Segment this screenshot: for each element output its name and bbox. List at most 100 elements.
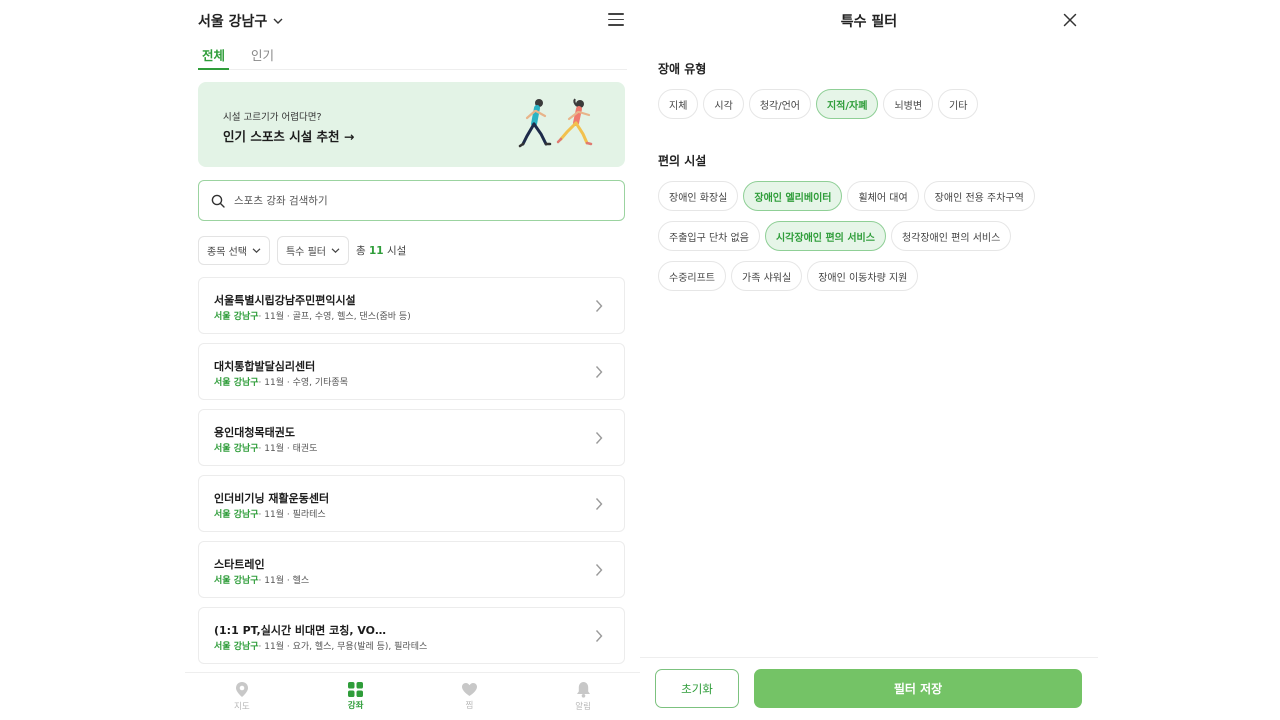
chip-amenity-2[interactable]: 휠체어 대여 [847, 181, 919, 211]
location-selector[interactable]: 서울 강남구 [198, 11, 283, 31]
map-pin-icon [235, 682, 248, 697]
filter-action-bar: 초기화 필터 저장 [640, 657, 1098, 720]
nav-notifications[interactable]: 알림 [526, 673, 640, 720]
facility-meta: 서울 강남구· 11월 · 필라테스 [214, 507, 326, 520]
sport-select-button[interactable]: 종목 선택 [198, 236, 270, 265]
tab-popular[interactable]: 인기 [247, 46, 278, 70]
chip-amenity-3[interactable]: 장애인 전용 주차구역 [923, 181, 1035, 211]
chip-amenity-7[interactable]: 수중리프트 [658, 261, 726, 291]
chevron-right-icon [595, 432, 603, 444]
nav-map[interactable]: 지도 [185, 673, 299, 720]
facility-name: 스타트레인 [214, 558, 265, 571]
facility-detail: · 11월 · 헬스 [258, 576, 310, 586]
count-suffix: 시설 [386, 245, 407, 257]
chevron-right-icon [595, 498, 603, 510]
facility-detail: · 11월 · 골프, 수영, 헬스, 댄스(줌바 등) [258, 312, 411, 322]
tab-bar: 전체 인기 [198, 46, 627, 70]
chevron-down-icon [273, 18, 283, 24]
facility-detail: · 11월 · 태권도 [258, 444, 318, 454]
facility-district: 서울 강남구 [214, 312, 259, 322]
tab-all[interactable]: 전체 [198, 46, 230, 70]
location-label: 서울 강남구 [198, 14, 268, 30]
list-item[interactable]: (1:1 PT,실시간 비대면 코칭, VO… 서울 강남구· 11월 · 요가… [198, 607, 625, 664]
grid-icon [348, 682, 364, 697]
facility-name: (1:1 PT,실시간 비대면 코칭, VO… [214, 624, 387, 637]
facility-name: 인더비기닝 재활운동센터 [214, 492, 330, 505]
search-icon [211, 194, 225, 208]
list-item[interactable]: 용인대청목태권도 서울 강남구· 11월 · 태권도 [198, 409, 625, 466]
nav-favorites[interactable]: 찜 [413, 673, 527, 720]
disability-type-chips: 지체 시각 청각/언어 지적/자폐 뇌병변 기타 [658, 89, 1078, 119]
search-input[interactable] [234, 194, 624, 207]
heart-icon [461, 683, 477, 696]
chip-amenity-4[interactable]: 주출입구 단차 없음 [658, 221, 760, 251]
chevron-down-icon [252, 248, 261, 253]
chip-amenity-5[interactable]: 시각장애인 편의 서비스 [764, 221, 886, 251]
facility-district: 서울 강남구 [214, 378, 259, 388]
bottom-navigation: 지도 강좌 찜 알림 [185, 672, 640, 720]
filter-panel-title: 특수 필터 [840, 14, 898, 30]
result-count: 총 11 시설 [356, 243, 406, 258]
list-item[interactable]: 서울특별시립강남주민편익시설 서울 강남구· 11월 · 골프, 수영, 헬스,… [198, 277, 625, 334]
runners-illustration-icon [518, 98, 593, 148]
chip-disability-5[interactable]: 기타 [938, 89, 979, 119]
facility-detail: · 11월 · 요가, 헬스, 무용(발레 등), 필라테스 [258, 642, 428, 652]
chip-disability-1[interactable]: 시각 [703, 89, 744, 119]
save-filter-button[interactable]: 필터 저장 [754, 669, 1082, 708]
facility-detail: · 11월 · 수영, 기타종목 [258, 378, 348, 388]
facility-district: 서울 강남구 [214, 642, 259, 652]
facility-detail: · 11월 · 필라테스 [258, 510, 326, 520]
banner-subtitle: 시설 고르기가 어렵다면? [223, 112, 322, 123]
facility-district: 서울 강남구 [214, 444, 259, 454]
reset-button[interactable]: 초기화 [655, 669, 739, 708]
list-item[interactable]: 스타트레인 서울 강남구· 11월 · 헬스 [198, 541, 625, 598]
close-icon[interactable] [1063, 13, 1077, 27]
chip-disability-4[interactable]: 뇌병변 [883, 89, 934, 119]
chip-amenity-8[interactable]: 가족 샤워실 [731, 261, 803, 291]
chip-amenity-6[interactable]: 청각장애인 편의 서비스 [890, 221, 1012, 251]
nav-classes[interactable]: 강좌 [299, 673, 413, 720]
facility-meta: 서울 강남구· 11월 · 헬스 [214, 573, 309, 586]
chevron-right-icon [595, 366, 603, 378]
chevron-down-icon [331, 248, 340, 253]
chip-amenity-9[interactable]: 장애인 이동차량 지원 [807, 261, 919, 291]
chevron-right-icon [595, 564, 603, 576]
facility-meta: 서울 강남구· 11월 · 수영, 기타종목 [214, 375, 348, 388]
amenities-heading: 편의 시설 [658, 154, 707, 168]
chip-amenity-1[interactable]: 장애인 엘리베이터 [743, 181, 843, 211]
nav-notifications-label: 알림 [575, 702, 591, 712]
facility-district: 서울 강남구 [214, 576, 259, 586]
facility-name: 서울특별시립강남주민편익시설 [214, 294, 356, 307]
chip-disability-0[interactable]: 지체 [658, 89, 699, 119]
chip-amenity-0[interactable]: 장애인 화장실 [658, 181, 739, 211]
filter-bar: 종목 선택 특수 필터 총 11 시설 [198, 236, 406, 265]
facility-name: 용인대청목태권도 [214, 426, 295, 439]
chip-disability-2[interactable]: 청각/언어 [748, 89, 811, 119]
chip-disability-3[interactable]: 지적/자폐 [815, 89, 879, 119]
hamburger-menu-icon[interactable] [608, 13, 624, 27]
facility-name: 대치통합발달심리센터 [214, 360, 316, 373]
nav-favorites-label: 찜 [465, 701, 474, 711]
facility-list: 서울특별시립강남주민편익시설 서울 강남구· 11월 · 골프, 수영, 헬스,… [198, 277, 625, 673]
count-prefix: 총 [355, 245, 366, 257]
facility-list-panel: 서울 강남구 전체 인기 시설 고르기가 어렵다면? 인기 스포츠 시설 추천 … [185, 0, 640, 720]
special-filter-label: 특수 필터 [285, 247, 326, 258]
bell-icon [576, 682, 590, 698]
chevron-right-icon [595, 630, 603, 642]
recommend-banner[interactable]: 시설 고르기가 어렵다면? 인기 스포츠 시설 추천 → [198, 82, 625, 167]
nav-map-label: 지도 [234, 702, 250, 712]
facility-district: 서울 강남구 [214, 510, 259, 520]
facility-meta: 서울 강남구· 11월 · 태권도 [214, 441, 317, 454]
count-value: 11 [368, 245, 384, 257]
list-item[interactable]: 인더비기닝 재활운동센터 서울 강남구· 11월 · 필라테스 [198, 475, 625, 532]
amenities-chips: 장애인 화장실 장애인 엘리베이터 휠체어 대여 장애인 전용 주차구역 주출입… [658, 181, 1078, 291]
search-bar[interactable] [198, 180, 625, 221]
list-item[interactable]: 대치통합발달심리센터 서울 강남구· 11월 · 수영, 기타종목 [198, 343, 625, 400]
chevron-right-icon [595, 300, 603, 312]
facility-meta: 서울 강남구· 11월 · 골프, 수영, 헬스, 댄스(줌바 등) [214, 309, 411, 322]
sport-select-label: 종목 선택 [207, 247, 247, 258]
nav-classes-label: 강좌 [347, 701, 364, 711]
banner-title: 인기 스포츠 시설 추천 → [223, 129, 355, 144]
special-filter-panel: 특수 필터 장애 유형 지체 시각 청각/언어 지적/자폐 뇌병변 기타 편의 … [640, 0, 1098, 720]
special-filter-button[interactable]: 특수 필터 [276, 236, 349, 265]
